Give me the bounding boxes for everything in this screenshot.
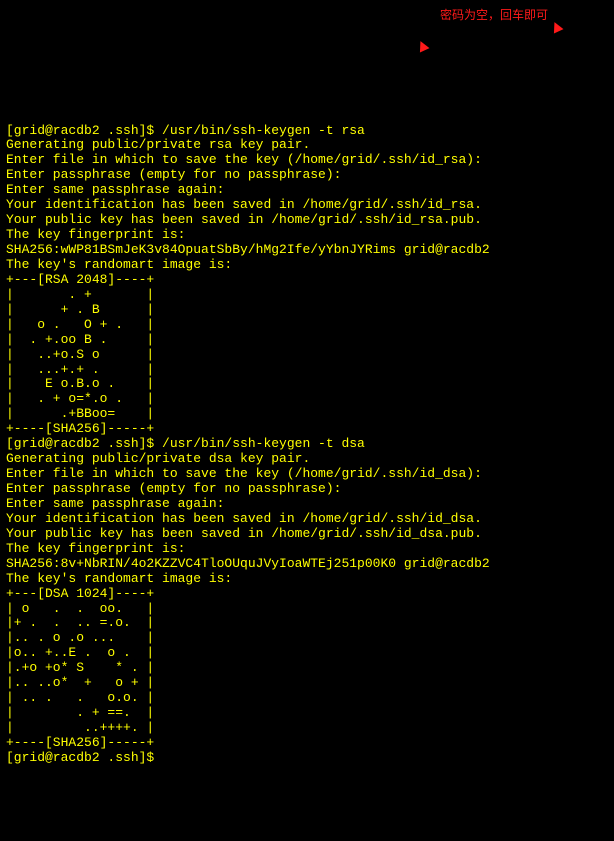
terminal-line: +----[SHA256]-----+ bbox=[6, 736, 608, 751]
terminal-line: Enter file in which to save the key (/ho… bbox=[6, 467, 608, 482]
terminal-line: | . +.oo B . | bbox=[6, 333, 608, 348]
terminal-line: +---[DSA 1024]----+ bbox=[6, 587, 608, 602]
terminal-line: | ..++++. | bbox=[6, 721, 608, 736]
terminal-line: [grid@racdb2 .ssh]$ /usr/bin/ssh-keygen … bbox=[6, 124, 608, 139]
terminal-line: Enter passphrase (empty for no passphras… bbox=[6, 482, 608, 497]
terminal-line: | E o.B.o . | bbox=[6, 377, 608, 392]
terminal-line: Your public key has been saved in /home/… bbox=[6, 213, 608, 228]
terminal-line: [grid@racdb2 .ssh]$ bbox=[6, 751, 608, 766]
terminal-line: Your identification has been saved in /h… bbox=[6, 198, 608, 213]
terminal-line: The key's randomart image is: bbox=[6, 572, 608, 587]
terminal-line: |.. ..o* + o + | bbox=[6, 676, 608, 691]
terminal-line: | . + ==. | bbox=[6, 706, 608, 721]
terminal-line: The key fingerprint is: bbox=[6, 228, 608, 243]
terminal-line: [grid@racdb2 .ssh]$ /usr/bin/ssh-keygen … bbox=[6, 437, 608, 452]
terminal-line: | .. . . o.o. | bbox=[6, 691, 608, 706]
terminal-line: Enter file in which to save the key (/ho… bbox=[6, 153, 608, 168]
annotation-text: 密码为空，回车即可 bbox=[440, 9, 548, 23]
terminal-line: Generating public/private rsa key pair. bbox=[6, 138, 608, 153]
terminal-line: | .+BBoo= | bbox=[6, 407, 608, 422]
terminal-line: Enter passphrase (empty for no passphras… bbox=[6, 168, 608, 183]
terminal-line: The key fingerprint is: bbox=[6, 542, 608, 557]
terminal-line: Your public key has been saved in /home/… bbox=[6, 527, 608, 542]
terminal-line: |.. . o .o ... | bbox=[6, 631, 608, 646]
terminal-line: +---[RSA 2048]----+ bbox=[6, 273, 608, 288]
terminal-line: SHA256:8v+NbRIN/4o2KZZVC4TloOUquJVyIoaWT… bbox=[6, 557, 608, 572]
terminal-line: | + . B | bbox=[6, 303, 608, 318]
terminal-line: The key's randomart image is: bbox=[6, 258, 608, 273]
terminal-line: Generating public/private dsa key pair. bbox=[6, 452, 608, 467]
terminal-line: Enter same passphrase again: bbox=[6, 183, 608, 198]
terminal-line: |o.. +..E . o . | bbox=[6, 646, 608, 661]
terminal-line: | ..+o.S o | bbox=[6, 348, 608, 363]
terminal-line: |+ . . .. =.o. | bbox=[6, 616, 608, 631]
terminal-line: |.+o +o* S * . | bbox=[6, 661, 608, 676]
terminal-line: | o . . oo. | bbox=[6, 602, 608, 617]
terminal-output[interactable]: [grid@racdb2 .ssh]$ /usr/bin/ssh-keygen … bbox=[6, 124, 608, 766]
terminal-line: | . + | bbox=[6, 288, 608, 303]
terminal-line: Enter same passphrase again: bbox=[6, 497, 608, 512]
terminal-line: SHA256:wWP81BSmJeK3v84OpuatSbBy/hMg2Ife/… bbox=[6, 243, 608, 258]
terminal-line: | ...+.+ . | bbox=[6, 363, 608, 378]
terminal-line: Your identification has been saved in /h… bbox=[6, 512, 608, 527]
terminal-line: | o . O + . | bbox=[6, 318, 608, 333]
terminal-line: +----[SHA256]-----+ bbox=[6, 422, 608, 437]
terminal-line: | . + o=*.o . | bbox=[6, 392, 608, 407]
arrow-icon: ▲ bbox=[548, 17, 567, 40]
arrow-icon: ▲ bbox=[414, 36, 433, 59]
